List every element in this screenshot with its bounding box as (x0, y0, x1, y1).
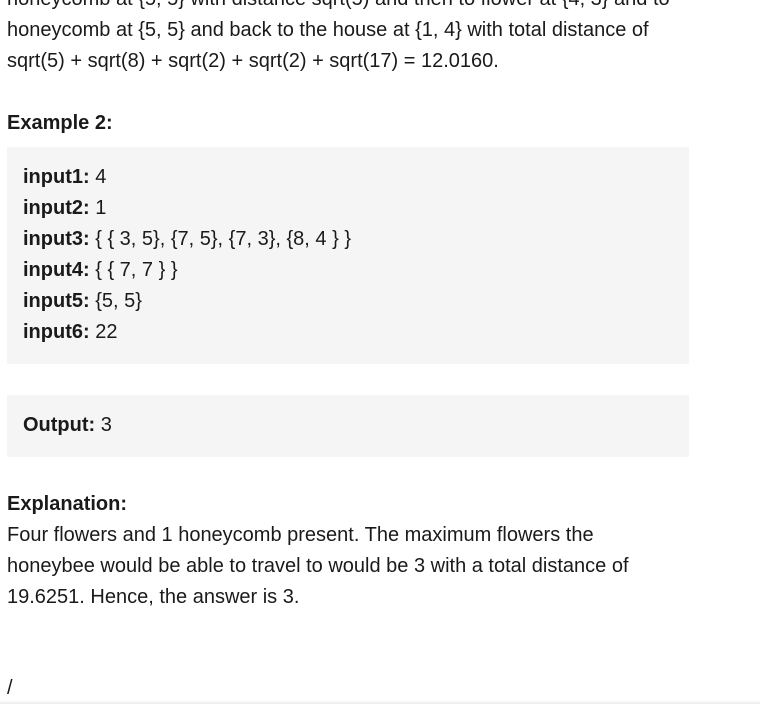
input-value-5: {5, 5} (89, 290, 142, 312)
input-label-1: input1: (23, 166, 90, 188)
input-label-3: input3: (23, 228, 90, 250)
input-value-6: 22 (89, 321, 118, 343)
problem-content: honeycomb at {5, 5} with distance sqrt(5… (7, 0, 747, 613)
input-row-6: input6: 22 (23, 317, 673, 348)
input-value-4: { { 7, 7 } } (89, 259, 178, 281)
input-row-5: input5: {5, 5} (23, 286, 673, 317)
input-label-4: input4: (23, 259, 90, 281)
input-value-2: 1 (89, 197, 107, 219)
intro-line-1: honeycomb at {5, 5} and back to the hous… (7, 19, 649, 41)
input-row-1: input1: 4 (23, 162, 673, 193)
output-label: Output: (23, 414, 96, 436)
intro-line-0: honeycomb at {5, 5} with distance sqrt(5… (7, 0, 670, 10)
explanation-line-1: honeybee would be able to travel to woul… (7, 555, 629, 577)
intro-paragraph: honeycomb at {5, 5} with distance sqrt(5… (7, 0, 747, 77)
input-row-2: input2: 1 (23, 193, 673, 224)
example-2-output-block: Output: 3 (7, 395, 689, 457)
explanation-paragraph: Four flowers and 1 honeycomb present. Th… (7, 520, 747, 613)
example-2-input-block: input1: 4 input2: 1 input3: { { 3, 5}, {… (7, 147, 689, 364)
input-row-3: input3: { { 3, 5}, {7, 5}, {7, 3}, {8, 4… (23, 224, 673, 255)
explanation-line-0: Four flowers and 1 honeycomb present. Th… (7, 524, 594, 546)
explanation-heading: Explanation: (7, 493, 128, 515)
bottom-scroll-shadow (0, 700, 760, 704)
input-value-3: { { 3, 5}, {7, 5}, {7, 3}, {8, 4 } } (89, 228, 352, 250)
example-2-heading: Example 2: (7, 112, 113, 134)
trailing-slash: / (7, 677, 13, 699)
input-row-4: input4: { { 7, 7 } } (23, 255, 673, 286)
explanation-line-2: 19.6251. Hence, the answer is 3. (7, 586, 300, 608)
input-label-2: input2: (23, 197, 90, 219)
input-label-6: input6: (23, 321, 90, 343)
output-row: Output: 3 (23, 410, 673, 441)
input-label-5: input5: (23, 290, 90, 312)
output-value: 3 (95, 414, 112, 436)
input-value-1: 4 (89, 166, 107, 188)
intro-line-2: sqrt(5) + sqrt(8) + sqrt(2) + sqrt(2) + … (7, 50, 499, 72)
